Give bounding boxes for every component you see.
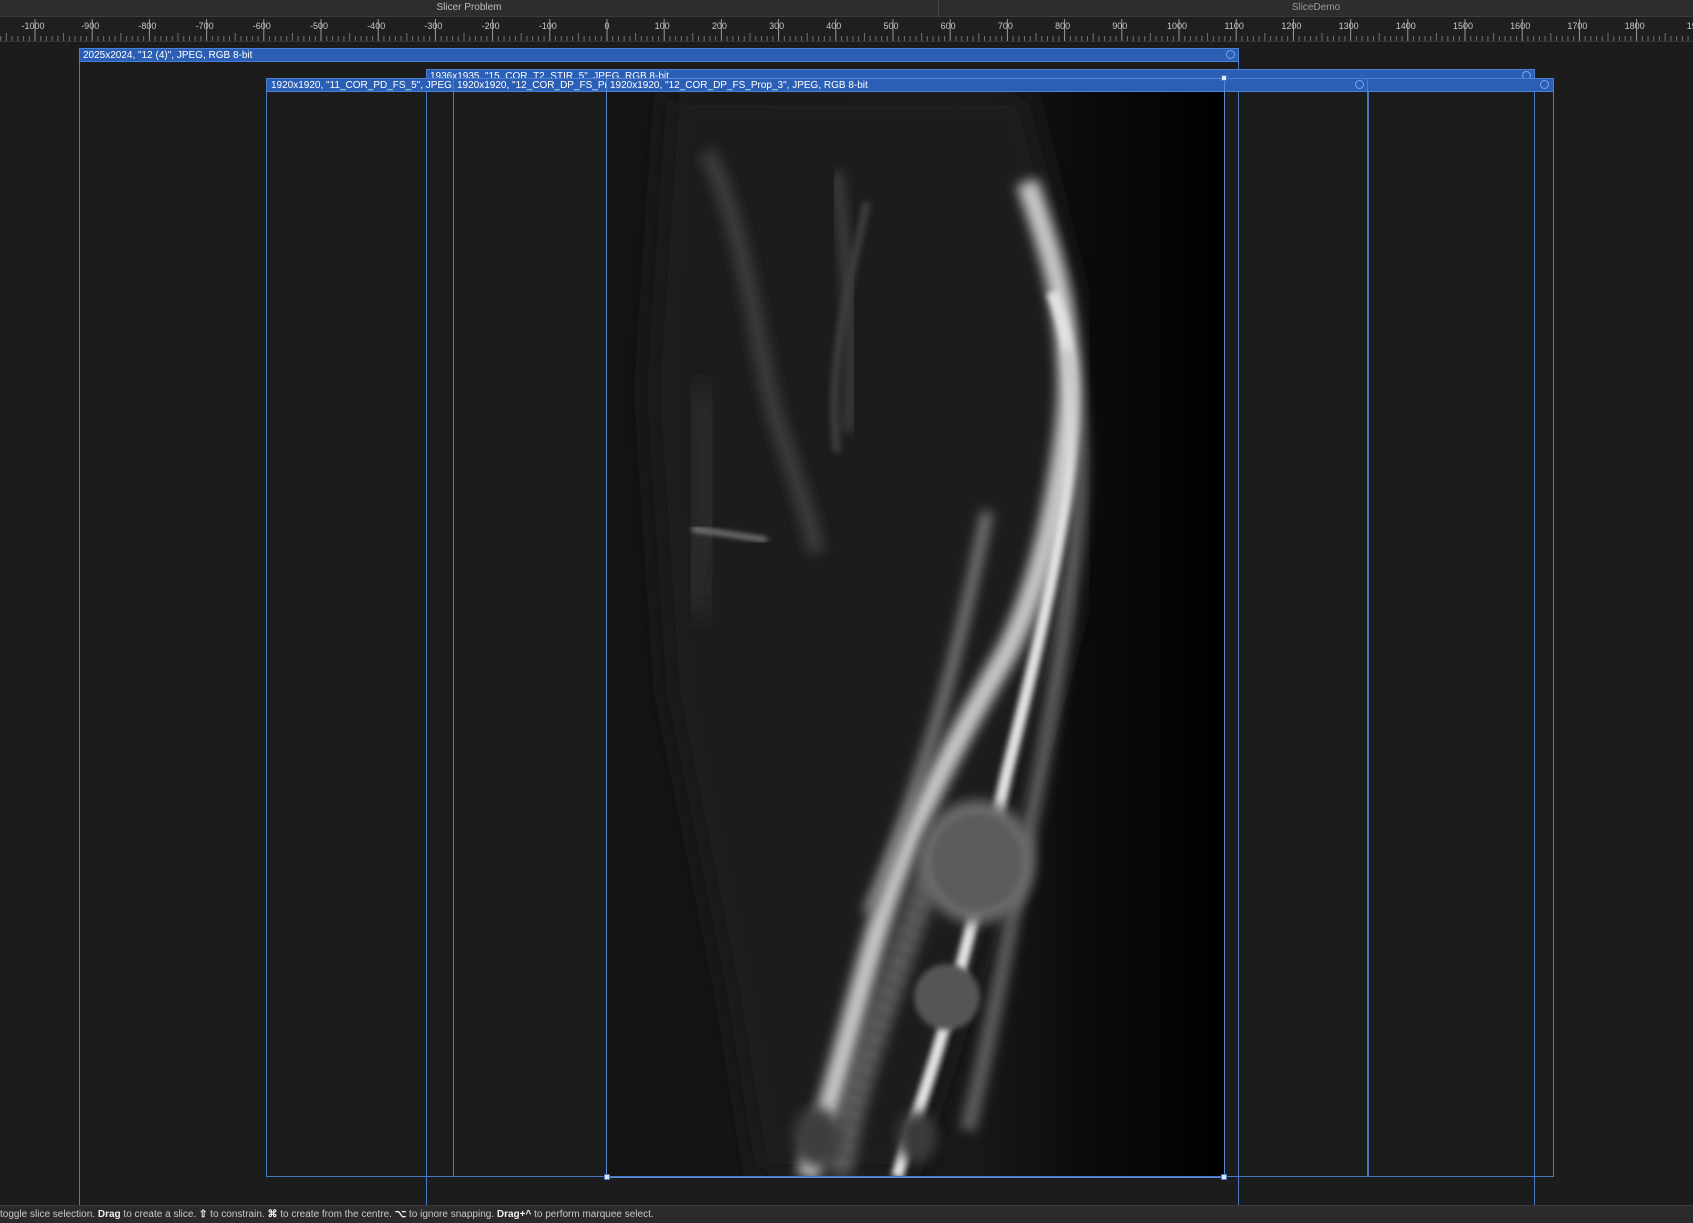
canvas[interactable]: 2025x2024, "12 (4)", JPEG, RGB 8-bit 193…: [0, 42, 1693, 1205]
tab-slicer-problem[interactable]: Slicer Problem: [0, 0, 938, 16]
status-text: to create a slice.: [120, 1209, 200, 1220]
ruler-tick-label: -600: [253, 21, 271, 31]
status-text: toggle slice selection.: [0, 1209, 98, 1220]
resize-handle-bottom-left[interactable]: [604, 1174, 610, 1180]
document-tab-bar: Slicer Problem SliceDemo: [0, 0, 1693, 17]
ruler-tick-label: 1600: [1510, 21, 1530, 31]
tab-slicedemo[interactable]: SliceDemo: [939, 0, 1693, 16]
ruler-tick-label: -300: [424, 21, 442, 31]
ruler-tick-label: 800: [1055, 21, 1070, 31]
status-key-drag-ctrl: Drag+^: [496, 1209, 532, 1220]
resize-handle-bottom-right[interactable]: [1221, 1174, 1227, 1180]
option-key-icon: ⌥: [394, 1209, 407, 1220]
selected-slice-bounds[interactable]: [606, 78, 1225, 1178]
status-text: to perform marquee select.: [531, 1209, 654, 1220]
ruler-tick-label: 19: [1687, 21, 1693, 31]
ruler-tick-label: -200: [482, 21, 500, 31]
slice-12-cor-dp-fs-prop-5-ring-icon[interactable]: [1540, 80, 1549, 89]
status-text: to constrain.: [207, 1209, 268, 1220]
ruler-tick-label: -100: [539, 21, 557, 31]
ruler-tick-label: 300: [769, 21, 784, 31]
ruler-tick-label: 100: [655, 21, 670, 31]
ruler-tick-label: 1800: [1625, 21, 1645, 31]
ruler-tick-label: 200: [712, 21, 727, 31]
ruler-tick-label: 1500: [1453, 21, 1473, 31]
slice-12-4-ring-icon[interactable]: [1226, 50, 1235, 59]
ruler-tick-label: 500: [883, 21, 898, 31]
ruler-tick-label: -1000: [21, 21, 44, 31]
ruler-scale: -1000 -900 -800 -700 -600 -500 -400 -300 -200 -10…: [0, 19, 1693, 41]
ruler-tick-label: 1000: [1167, 21, 1187, 31]
ruler-tick-label: -900: [81, 21, 99, 31]
ruler-tick-label: 900: [1112, 21, 1127, 31]
status-text: to ignore snapping.: [406, 1209, 497, 1220]
ruler-tick-label: 0: [604, 21, 609, 31]
ruler-tick-label: -500: [310, 21, 328, 31]
ruler-tick-label: 1400: [1396, 21, 1416, 31]
slice-12-4-title-bar[interactable]: [79, 48, 1239, 62]
ruler-tick-label: 700: [998, 21, 1013, 31]
horizontal-ruler[interactable]: -1000 -900 -800 -700 -600 -500 -400 -300 -200 -10…: [0, 17, 1693, 42]
ruler-tick-label: -400: [367, 21, 385, 31]
command-key-icon: ⌘: [267, 1209, 278, 1220]
slice-12-cor-dp-fs-prop-3-ring-icon[interactable]: [1355, 80, 1364, 89]
ruler-tick-label: 1100: [1225, 21, 1244, 31]
ruler-tick-label: -800: [138, 21, 156, 31]
slice-12-4-label: 2025x2024, "12 (4)", JPEG, RGB 8-bit: [83, 50, 253, 61]
status-bar: toggle slice selection. Drag to create a…: [0, 1205, 1693, 1223]
ruler-tick-label: 1700: [1567, 21, 1587, 31]
ruler-tick-label: 1200: [1281, 21, 1301, 31]
status-text: to create from the centre.: [277, 1209, 395, 1220]
resize-handle-top-right[interactable]: [1221, 75, 1227, 81]
ruler-tick-label: 400: [826, 21, 841, 31]
ruler-tick-label: 1300: [1339, 21, 1359, 31]
ruler-tick-label: 600: [941, 21, 956, 31]
ruler-tick-label: -700: [196, 21, 214, 31]
status-key-drag: Drag: [97, 1209, 121, 1220]
